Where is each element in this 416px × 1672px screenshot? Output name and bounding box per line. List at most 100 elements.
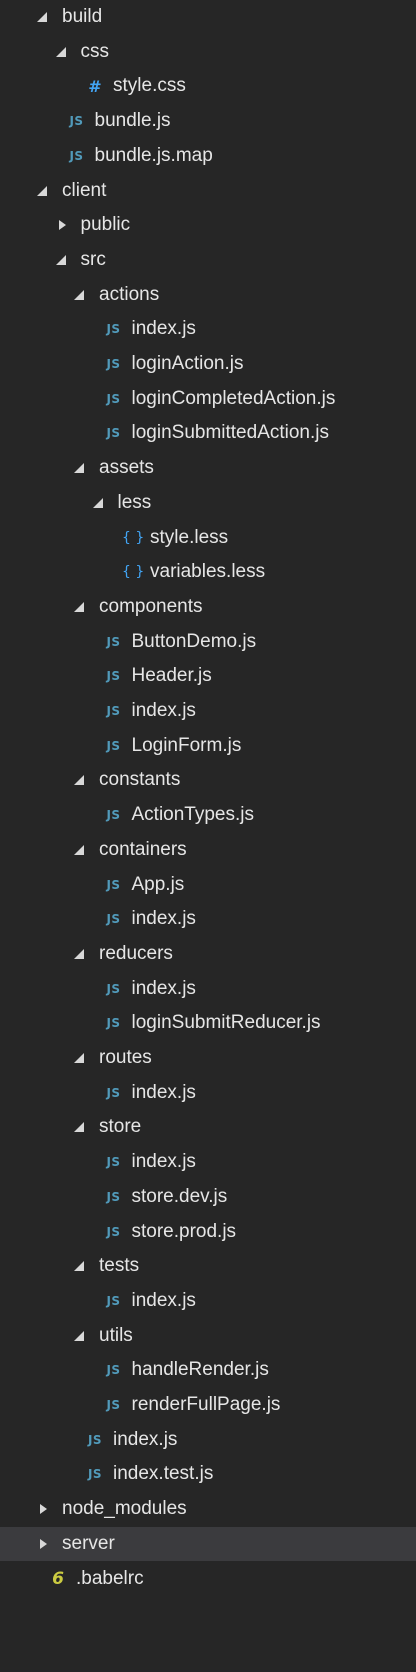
file-explorer-tree: build css # style.css JS bundle.js JS bundle.js… [0,0,416,1672]
chevron-collapsed-icon[interactable] [55,218,69,232]
tree-folder-routes[interactable]: routes [0,1041,416,1075]
tree-folder-css[interactable]: css [0,35,416,69]
tree-file-style-css[interactable]: # style.css [0,69,416,103]
tree-folder-client[interactable]: client [0,174,416,208]
tree-item-label: handleRender.js [131,1359,269,1381]
tree-folder-assets[interactable]: assets [0,451,416,485]
tree-file-index-test-js[interactable]: JS index.test.js [0,1457,416,1491]
js-file-icon: JS [106,1224,121,1239]
tree-file-index-js[interactable]: JS index.js [0,312,416,346]
chevron-expanded-icon[interactable] [73,461,87,475]
js-file-icon: JS [69,114,84,129]
tree-file-loginsubmittedaction-js[interactable]: JS loginSubmittedAction.js [0,416,416,450]
tree-folder-src[interactable]: src [0,243,416,277]
chevron-collapsed-icon[interactable] [36,1502,50,1516]
tree-item-label: index.js [131,700,196,721]
tree-folder-public[interactable]: public [0,208,416,242]
tree-file-renderfullpage-js[interactable]: JS renderFullPage.js [0,1388,416,1422]
tree-item-label: less [117,491,152,513]
tree-item-label: components [99,595,203,617]
tree-item-label: src [80,248,106,270]
tree-file-loginform-js[interactable]: JS LoginForm.js [0,729,416,763]
chevron-collapsed-icon[interactable] [36,1537,50,1551]
tree-item-label: client [62,179,107,201]
tree-file-style-less[interactable]: { } style.less [0,521,416,555]
js-file-icon: JS [106,808,121,823]
tree-item-label: index.js [113,1428,178,1450]
tree-folder-store[interactable]: store [0,1110,416,1144]
js-file-icon: JS [106,1293,121,1308]
tree-file-index-js[interactable]: JS index.js [0,1076,416,1110]
tree-file-index-js[interactable]: JS index.js [0,1145,416,1179]
js-file-icon: JS [106,1155,121,1170]
less-braces-icon: { } [122,564,145,581]
tree-file-header-js[interactable]: JS Header.js [0,659,416,693]
tree-item-label: LoginForm.js [131,734,242,756]
tree-item-label: index.js [131,977,196,999]
js-file-icon: JS [69,148,84,163]
chevron-expanded-icon[interactable] [36,10,50,24]
tree-folder-containers[interactable]: containers [0,833,416,867]
tree-file-store-dev-js[interactable]: JS store.dev.js [0,1180,416,1214]
tree-file-index-js[interactable]: JS index.js [0,902,416,936]
tree-file-index-js[interactable]: JS index.js [0,1284,416,1318]
chevron-expanded-icon[interactable] [73,1120,87,1134]
chevron-expanded-icon[interactable] [36,184,50,198]
tree-folder-server[interactable]: server [0,1526,416,1561]
tree-item-label: loginCompletedAction.js [131,387,336,409]
js-file-icon: JS [106,1363,121,1378]
tree-file-handlerender-js[interactable]: JS handleRender.js [0,1353,416,1387]
tree-file-babelrc[interactable]: 6 .babelrc [0,1562,416,1596]
js-file-icon: JS [106,704,121,718]
js-file-icon: JS [106,738,121,753]
chevron-expanded-icon[interactable] [73,1051,87,1065]
tree-file-buttondemo-js[interactable]: JS ButtonDemo.js [0,625,416,659]
chevron-expanded-icon[interactable] [73,600,87,614]
tree-folder-build[interactable]: build [0,0,416,34]
tree-folder-actions[interactable]: actions [0,278,416,312]
tree-folder-less[interactable]: less [0,486,416,520]
tree-file-store-prod-js[interactable]: JS store.prod.js [0,1215,416,1249]
chevron-expanded-icon[interactable] [73,773,87,787]
tree-file-app-js[interactable]: JS App.js [0,868,416,902]
tree-file-index-js[interactable]: JS index.js [0,694,416,728]
tree-file-index-js[interactable]: JS index.js [0,972,416,1006]
chevron-expanded-icon[interactable] [73,288,87,302]
tree-file-loginsubmitreducer-js[interactable]: JS loginSubmitReducer.js [0,1006,416,1040]
tree-file-variables-less[interactable]: { } variables.less [0,555,416,589]
tree-item-label: index.test.js [113,1463,214,1485]
js-file-icon: JS [106,391,121,406]
js-file-icon: JS [106,669,121,684]
tree-file-logincompletedaction-js[interactable]: JS loginCompletedAction.js [0,382,416,416]
tree-file-bundle-js[interactable]: JS bundle.js [0,104,416,138]
tree-item-label: renderFullPage.js [131,1394,281,1415]
tree-file-bundle-js-map[interactable]: JS bundle.js.map [0,139,416,173]
tree-file-loginaction-js[interactable]: JS loginAction.js [0,347,416,381]
chevron-expanded-icon[interactable] [92,496,106,510]
tree-file-index-js[interactable]: JS index.js [0,1423,416,1457]
js-file-icon: JS [106,1016,121,1031]
tree-file-actiontypes-js[interactable]: JS ActionTypes.js [0,798,416,832]
chevron-expanded-icon[interactable] [73,947,87,961]
tree-folder-components[interactable]: components [0,590,416,624]
js-file-icon: JS [106,634,121,649]
tree-item-label: assets [99,457,154,479]
chevron-expanded-icon[interactable] [55,45,69,59]
tree-folder-node-modules[interactable]: node_modules [0,1492,416,1526]
chevron-expanded-icon[interactable] [55,253,69,267]
js-file-icon: JS [106,357,121,371]
js-file-icon: JS [87,1432,103,1447]
tree-folder-reducers[interactable]: reducers [0,937,416,971]
tree-item-label: loginSubmittedAction.js [131,422,330,444]
tree-item-label: index.js [131,318,196,340]
tree-item-label: ButtonDemo.js [131,630,257,652]
tree-item-label: server [62,1532,115,1554]
tree-folder-tests[interactable]: tests [0,1249,416,1283]
tree-item-label: public [80,214,131,236]
tree-folder-constants[interactable]: constants [0,763,416,797]
js-file-icon: JS [106,1398,121,1412]
tree-folder-utils[interactable]: utils [0,1319,416,1353]
chevron-expanded-icon[interactable] [73,1329,87,1343]
chevron-expanded-icon[interactable] [73,843,87,857]
chevron-expanded-icon[interactable] [73,1259,87,1273]
